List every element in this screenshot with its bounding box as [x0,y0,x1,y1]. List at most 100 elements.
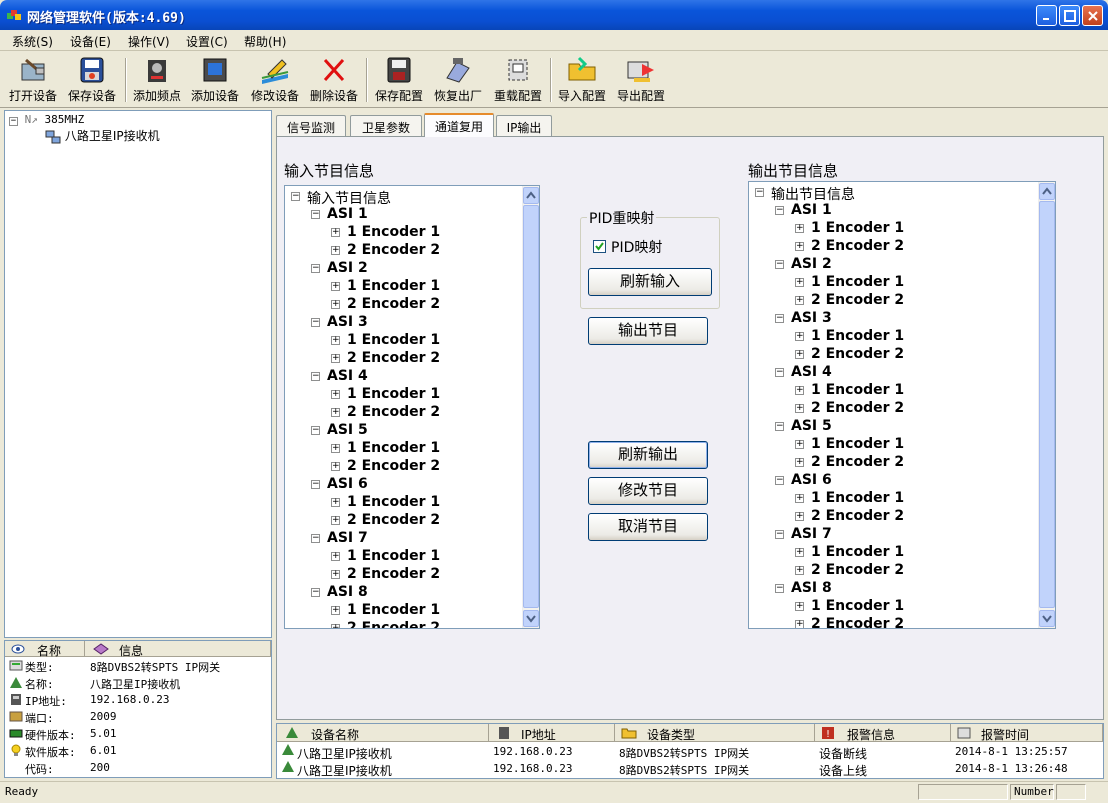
add-frequency-button[interactable]: 添加频点 [130,54,184,106]
expand-icon[interactable]: + [795,512,804,521]
tree-root-node[interactable]: − 输入节目信息 [291,188,391,208]
import-config-button[interactable]: 导入配置 [555,54,609,106]
tree-leaf-node[interactable]: +2 Encoder 2 [331,242,440,258]
expand-icon[interactable]: + [795,350,804,359]
expand-icon[interactable]: + [795,494,804,503]
tree-group-node[interactable]: − ASI 5 [311,422,368,438]
input-program-tree[interactable]: − 输入节目信息 − ASI 1 +1 Encoder 1 +2 Encoder 2 − AS… [284,185,540,629]
tree-leaf-node[interactable]: +2 Encoder 2 [331,350,440,366]
output-program-tree[interactable]: − 输出节目信息 − ASI 1 +1 Encoder 1 +2 Encoder 2 − AS… [748,181,1056,629]
tree-leaf-node[interactable]: +2 Encoder 2 [795,562,904,578]
tree-leaf-node[interactable]: +1 Encoder 1 [331,332,440,348]
tree-group-node[interactable]: − ASI 2 [775,256,832,272]
tree-leaf-node[interactable]: +1 Encoder 1 [795,544,904,560]
alarm-header-ip[interactable]: IP地址 [489,724,615,742]
tree-group-node[interactable]: − ASI 1 [775,202,832,218]
tree-group-node[interactable]: − ASI 7 [775,526,832,542]
collapse-icon[interactable]: − [775,422,784,431]
tree-leaf-node[interactable]: +1 Encoder 1 [331,494,440,510]
collapse-icon[interactable]: − [775,476,784,485]
expand-icon[interactable]: + [795,332,804,341]
collapse-icon[interactable]: − [311,534,320,543]
tree-leaf-node[interactable]: +1 Encoder 1 [331,278,440,294]
tree-leaf-node[interactable]: +1 Encoder 1 [795,436,904,452]
tree-group-node[interactable]: − ASI 1 [311,206,368,222]
scroll-up-button[interactable] [1039,183,1055,200]
collapse-icon[interactable]: − [775,368,784,377]
tree-group-node[interactable]: − ASI 6 [311,476,368,492]
expand-icon[interactable]: + [331,336,340,345]
expand-icon[interactable]: + [795,224,804,233]
alarm-header-device-name[interactable]: 设备名称 [277,724,489,742]
expand-icon[interactable]: + [331,498,340,507]
expand-icon[interactable]: + [795,386,804,395]
expand-icon[interactable]: + [795,296,804,305]
tree-leaf-node[interactable]: +2 Encoder 2 [795,346,904,362]
tree-group-node[interactable]: − ASI 8 [775,580,832,596]
alarm-header-alarm-info[interactable]: ! 报警信息 [815,724,951,742]
tree-leaf-node[interactable]: +1 Encoder 1 [331,440,440,456]
tree-group-node[interactable]: − ASI 7 [311,530,368,546]
save-config-button[interactable]: 保存配置 [371,54,427,106]
tree-group-node[interactable]: − ASI 5 [775,418,832,434]
expand-icon[interactable]: + [331,354,340,363]
tree-group-node[interactable]: − ASI 8 [311,584,368,600]
tree-leaf-node[interactable]: +2 Encoder 2 [331,458,440,474]
tree-leaf-node[interactable]: +1 Encoder 1 [331,602,440,618]
menu-system[interactable]: 系统(S) [12,33,53,50]
tree-leaf-node[interactable]: +2 Encoder 2 [331,620,440,628]
menu-help[interactable]: 帮助(H) [244,33,286,50]
info-header-name[interactable]: 名称 [5,641,85,658]
output-program-button[interactable]: 输出节目 [588,317,708,345]
collapse-icon[interactable]: − [311,480,320,489]
tree-group-node[interactable]: − ASI 4 [775,364,832,380]
expand-icon[interactable]: + [795,602,804,611]
tree-leaf-node[interactable]: +1 Encoder 1 [795,490,904,506]
expand-icon[interactable]: + [331,390,340,399]
tree-group-node[interactable]: − ASI 4 [311,368,368,384]
refresh-input-button[interactable]: 刷新输入 [588,268,712,296]
tree-leaf-node[interactable]: +2 Encoder 2 [795,616,904,628]
expand-icon[interactable]: + [331,516,340,525]
tab-channel-multiplex[interactable]: 通道复用 [424,113,494,137]
tree-leaf-node[interactable]: +2 Encoder 2 [795,292,904,308]
menu-operation[interactable]: 操作(V) [128,33,170,50]
alarm-list[interactable]: 设备名称 IP地址 设备类型 ! 报警信息 报警时间 八路卫星IP接收机 192… [276,723,1104,779]
add-device-button[interactable]: 添加设备 [188,54,242,106]
expand-icon[interactable]: + [795,242,804,251]
menu-device[interactable]: 设备(E) [70,33,111,50]
tab-ip-output[interactable]: IP输出 [496,115,552,136]
expand-icon[interactable]: + [331,606,340,615]
expand-icon[interactable]: + [331,300,340,309]
device-tree[interactable]: − N↗ 385MHZ 八路卫星IP接收机 [4,110,272,638]
scroll-down-button[interactable] [1039,610,1055,627]
pid-map-checkbox[interactable] [593,240,606,253]
maximize-button[interactable] [1059,5,1080,26]
expand-icon[interactable]: + [331,624,340,628]
alarm-header-alarm-time[interactable]: 报警时间 [951,724,1103,742]
scroll-up-button[interactable] [523,187,539,204]
collapse-icon[interactable]: − [311,426,320,435]
tree-group-node[interactable]: − ASI 2 [311,260,368,276]
input-tree-scrollbar[interactable] [522,186,539,628]
factory-reset-button[interactable]: 恢复出厂 [430,54,486,106]
collapse-icon[interactable]: − [9,117,18,126]
output-tree-scrollbar[interactable] [1038,182,1055,628]
open-device-button[interactable]: 打开设备 [6,54,60,106]
tree-group-node[interactable]: − ASI 3 [775,310,832,326]
alarm-header-device-type[interactable]: 设备类型 [615,724,815,742]
tree-leaf-node[interactable]: +2 Encoder 2 [331,296,440,312]
pid-map-label[interactable]: PID映射 [611,237,662,257]
menu-settings[interactable]: 设置(C) [186,33,228,50]
tree-leaf-node[interactable]: +1 Encoder 1 [331,386,440,402]
expand-icon[interactable]: + [331,552,340,561]
tree-leaf-node[interactable]: +2 Encoder 2 [795,400,904,416]
tab-satellite-params[interactable]: 卫星参数 [350,115,422,136]
refresh-output-button[interactable]: 刷新输出 [588,441,708,469]
collapse-icon[interactable]: − [775,260,784,269]
scroll-thumb[interactable] [523,205,539,608]
collapse-icon[interactable]: − [311,210,320,219]
tree-node-device[interactable]: 八路卫星IP接收机 [45,127,160,144]
tab-signal-monitor[interactable]: 信号监测 [276,115,346,136]
tree-leaf-node[interactable]: +2 Encoder 2 [795,454,904,470]
